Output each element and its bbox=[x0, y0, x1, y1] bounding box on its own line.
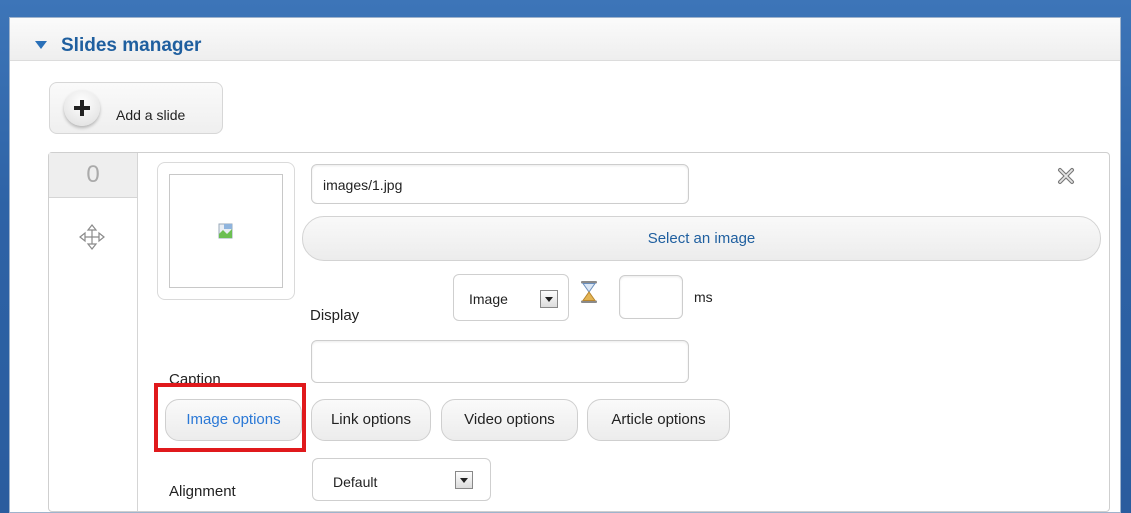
thumbnail-frame bbox=[169, 174, 283, 288]
panel-title[interactable]: Slides manager bbox=[61, 35, 201, 57]
slides-manager-panel: Slides manager Add a slide 0 images/1.jp… bbox=[9, 17, 1121, 513]
triangle-down-icon[interactable] bbox=[35, 41, 47, 49]
tab-video-options[interactable]: Video options bbox=[441, 399, 578, 441]
alignment-label: Alignment bbox=[169, 483, 236, 500]
display-select[interactable]: Image bbox=[453, 274, 569, 321]
dropdown-arrow-icon[interactable] bbox=[540, 290, 558, 308]
dropdown-arrow-icon[interactable] bbox=[455, 471, 473, 489]
add-slide-label: Add a slide bbox=[116, 107, 186, 123]
slide-item: 0 images/1.jpg Select an image Display I… bbox=[48, 152, 1110, 512]
image-path-input[interactable]: images/1.jpg bbox=[311, 164, 689, 204]
close-icon[interactable] bbox=[1057, 167, 1075, 190]
alignment-select[interactable]: Default bbox=[312, 458, 491, 501]
duration-input[interactable] bbox=[619, 275, 683, 319]
plus-icon bbox=[64, 90, 100, 126]
add-slide-button[interactable]: Add a slide bbox=[49, 82, 223, 134]
tab-link-options[interactable]: Link options bbox=[311, 399, 431, 441]
move-icon[interactable] bbox=[78, 223, 106, 256]
caption-label: Caption bbox=[169, 371, 221, 388]
slide-number: 0 bbox=[49, 153, 137, 198]
alignment-select-value: Default bbox=[333, 474, 378, 490]
slide-thumbnail bbox=[157, 162, 295, 300]
slide-handle-column: 0 bbox=[49, 153, 138, 511]
tab-article-options[interactable]: Article options bbox=[587, 399, 730, 441]
display-select-value: Image bbox=[469, 291, 508, 307]
panel-header[interactable]: Slides manager bbox=[10, 18, 1120, 61]
display-label: Display bbox=[310, 307, 360, 324]
broken-image-icon bbox=[218, 223, 233, 239]
hourglass-icon bbox=[579, 280, 599, 309]
duration-unit-label: ms bbox=[694, 289, 713, 305]
caption-input[interactable] bbox=[311, 340, 689, 383]
select-image-button[interactable]: Select an image bbox=[302, 216, 1101, 261]
tab-image-options[interactable]: Image options bbox=[165, 399, 302, 441]
